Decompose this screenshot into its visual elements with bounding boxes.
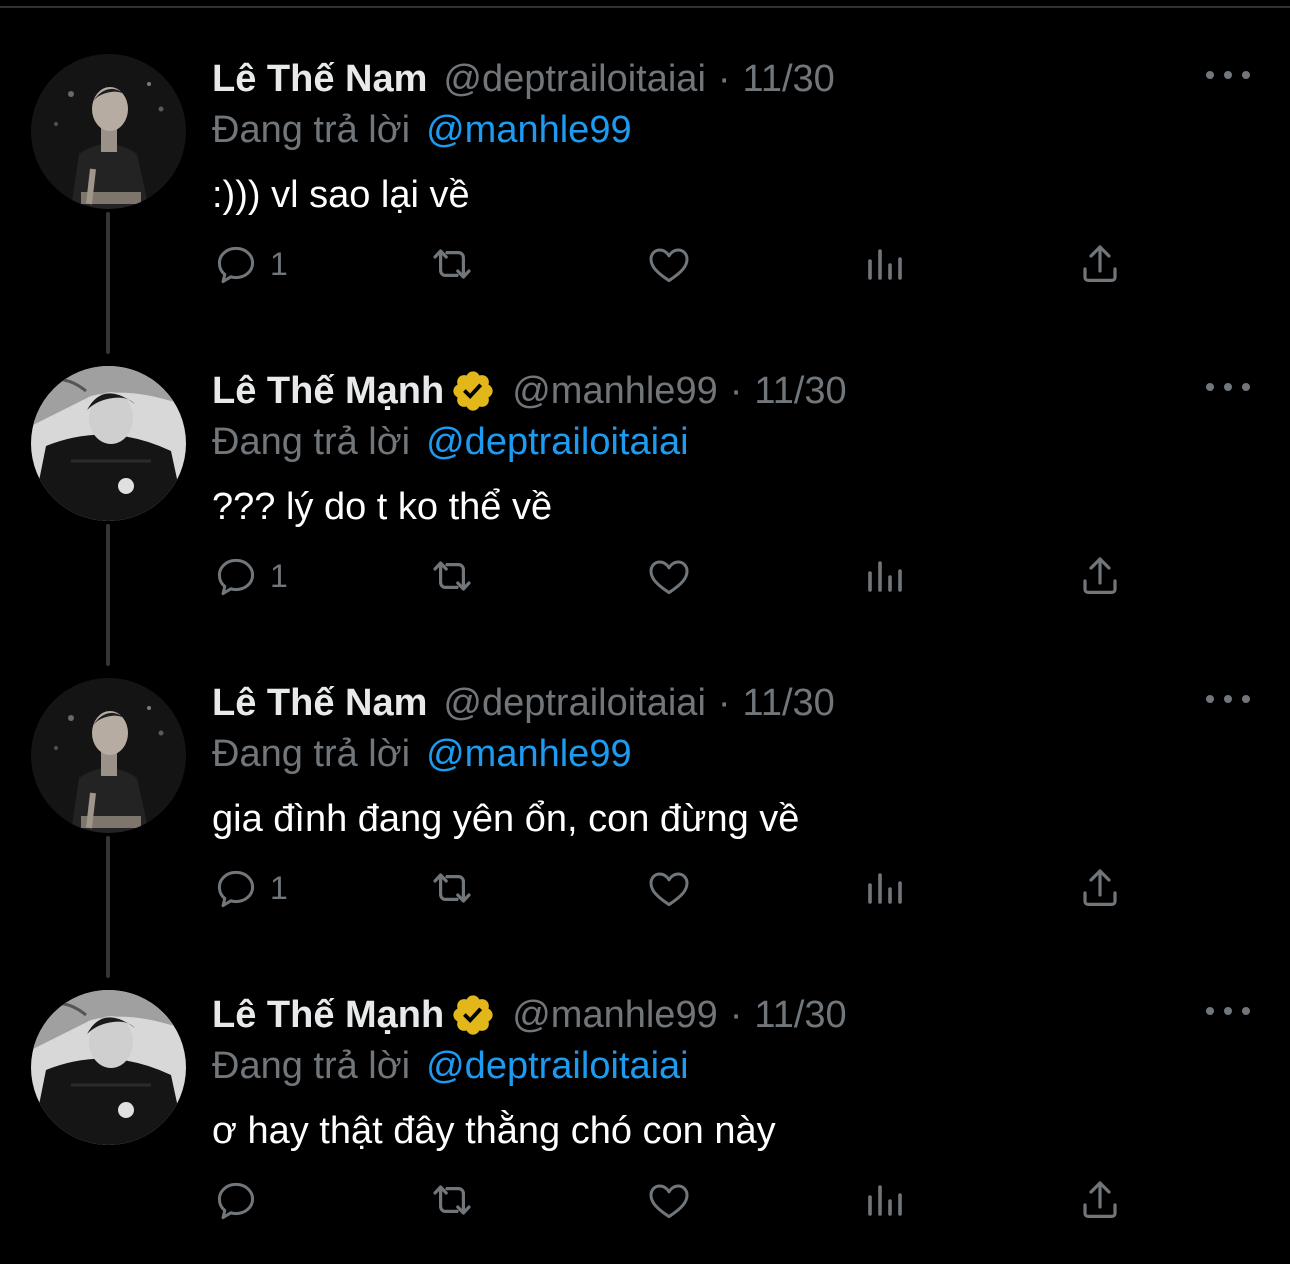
heart-icon bbox=[649, 872, 689, 907]
display-name[interactable]: Lê Thế Mạnh bbox=[212, 994, 444, 1037]
top-divider bbox=[0, 0, 1290, 8]
share-icon bbox=[1083, 557, 1117, 594]
more-icon[interactable] bbox=[1206, 64, 1250, 86]
reply-button[interactable]: 1 bbox=[212, 552, 288, 600]
reply-icon bbox=[217, 558, 255, 596]
reply-count: 1 bbox=[270, 869, 288, 906]
like-button[interactable] bbox=[645, 864, 693, 912]
retweet-button[interactable] bbox=[428, 864, 476, 912]
tweet-header: Lê Thế Mạnh @manhle99 · 11/30 bbox=[212, 366, 847, 416]
separator-dot: · bbox=[717, 57, 731, 100]
verified-badge-icon bbox=[453, 995, 493, 1035]
share-icon bbox=[1083, 245, 1117, 282]
replying-to-label: Đang trả lời bbox=[212, 420, 411, 463]
heart-icon bbox=[649, 560, 689, 595]
replying-to: Đang trả lời @deptrailoitaiai bbox=[212, 418, 689, 466]
retweet-button[interactable] bbox=[428, 1176, 476, 1224]
heart-icon bbox=[649, 1184, 689, 1219]
action-bar bbox=[0, 1176, 1290, 1224]
separator-dot: · bbox=[717, 681, 731, 724]
replying-to: Đang trả lời @deptrailoitaiai bbox=[212, 1042, 689, 1090]
more-icon[interactable] bbox=[1206, 688, 1250, 710]
reply-button[interactable]: 1 bbox=[212, 864, 288, 912]
timestamp[interactable]: 11/30 bbox=[754, 370, 846, 413]
replying-to-label: Đang trả lời bbox=[212, 108, 411, 151]
tweet-text: ??? lý do t ko thể về bbox=[212, 486, 553, 528]
replying-to-label: Đang trả lời bbox=[212, 732, 411, 775]
tweet[interactable]: Lê Thế Nam @deptrailoitaiai · 11/30 Đang… bbox=[0, 678, 1290, 990]
retweet-icon bbox=[433, 873, 471, 903]
replying-to: Đang trả lời @manhle99 bbox=[212, 730, 632, 778]
replying-to-label: Đang trả lời bbox=[212, 1044, 411, 1087]
views-button[interactable] bbox=[861, 240, 909, 288]
username[interactable]: @manhle99 bbox=[512, 370, 717, 413]
retweet-button[interactable] bbox=[428, 240, 476, 288]
verified-badge-icon bbox=[453, 371, 493, 411]
like-button[interactable] bbox=[645, 240, 693, 288]
tweet-text: :))) vl sao lại về bbox=[212, 174, 470, 216]
reply-button[interactable]: 1 bbox=[212, 240, 288, 288]
tweet-text: gia đình đang yên ổn, con đừng về bbox=[212, 798, 800, 840]
username[interactable]: @manhle99 bbox=[512, 994, 717, 1037]
display-name[interactable]: Lê Thế Nam bbox=[212, 682, 427, 725]
tweet-text: ơ hay thật đây thằng chó con này bbox=[212, 1110, 776, 1152]
replying-to-mention[interactable]: @deptrailoitaiai bbox=[426, 421, 689, 464]
avatar[interactable] bbox=[31, 54, 186, 209]
tweet-header: Lê Thế Nam @deptrailoitaiai · 11/30 bbox=[212, 54, 835, 104]
reply-icon bbox=[217, 1182, 255, 1220]
views-icon bbox=[868, 873, 902, 904]
more-icon[interactable] bbox=[1206, 1000, 1250, 1022]
share-button[interactable] bbox=[1076, 864, 1124, 912]
retweet-icon bbox=[433, 1185, 471, 1215]
reply-button[interactable] bbox=[212, 1176, 270, 1224]
reply-count: 1 bbox=[270, 245, 288, 282]
action-bar: 1 bbox=[0, 240, 1290, 288]
share-button[interactable] bbox=[1076, 552, 1124, 600]
share-button[interactable] bbox=[1076, 240, 1124, 288]
tweet[interactable]: Lê Thế Mạnh @manhle99 · 11/30 Đang trả l… bbox=[0, 366, 1290, 678]
views-button[interactable] bbox=[861, 1176, 909, 1224]
views-icon bbox=[868, 561, 902, 592]
timestamp[interactable]: 11/30 bbox=[754, 994, 846, 1037]
views-icon bbox=[868, 249, 902, 280]
timestamp[interactable]: 11/30 bbox=[743, 682, 835, 725]
replying-to-mention[interactable]: @deptrailoitaiai bbox=[426, 1045, 689, 1088]
timestamp[interactable]: 11/30 bbox=[743, 58, 835, 101]
views-button[interactable] bbox=[861, 552, 909, 600]
separator-dot: · bbox=[729, 993, 743, 1036]
like-button[interactable] bbox=[645, 552, 693, 600]
avatar[interactable] bbox=[31, 678, 186, 833]
share-icon bbox=[1083, 1181, 1117, 1218]
views-icon bbox=[868, 1185, 902, 1216]
share-icon bbox=[1083, 869, 1117, 906]
like-button[interactable] bbox=[645, 1176, 693, 1224]
more-icon[interactable] bbox=[1206, 376, 1250, 398]
tweet[interactable]: Lê Thế Nam @deptrailoitaiai · 11/30 Đang… bbox=[0, 54, 1290, 366]
retweet-icon bbox=[433, 561, 471, 591]
username[interactable]: @deptrailoitaiai bbox=[443, 682, 706, 725]
retweet-icon bbox=[433, 249, 471, 279]
action-bar: 1 bbox=[0, 864, 1290, 912]
replying-to: Đang trả lời @manhle99 bbox=[212, 106, 632, 154]
retweet-button[interactable] bbox=[428, 552, 476, 600]
tweet-header: Lê Thế Mạnh @manhle99 · 11/30 bbox=[212, 990, 847, 1040]
action-bar: 1 bbox=[0, 552, 1290, 600]
tweet[interactable]: Lê Thế Mạnh @manhle99 · 11/30 Đang trả l… bbox=[0, 990, 1290, 1264]
avatar[interactable] bbox=[31, 366, 186, 521]
replying-to-mention[interactable]: @manhle99 bbox=[426, 109, 631, 152]
display-name[interactable]: Lê Thế Mạnh bbox=[212, 370, 444, 413]
reply-icon bbox=[217, 246, 255, 284]
username[interactable]: @deptrailoitaiai bbox=[443, 58, 706, 101]
tweet-header: Lê Thế Nam @deptrailoitaiai · 11/30 bbox=[212, 678, 835, 728]
views-button[interactable] bbox=[861, 864, 909, 912]
reply-count: 1 bbox=[270, 557, 288, 594]
display-name[interactable]: Lê Thế Nam bbox=[212, 58, 427, 101]
separator-dot: · bbox=[729, 369, 743, 412]
replying-to-mention[interactable]: @manhle99 bbox=[426, 733, 631, 776]
reply-icon bbox=[217, 870, 255, 908]
heart-icon bbox=[649, 248, 689, 283]
share-button[interactable] bbox=[1076, 1176, 1124, 1224]
avatar[interactable] bbox=[31, 990, 186, 1145]
